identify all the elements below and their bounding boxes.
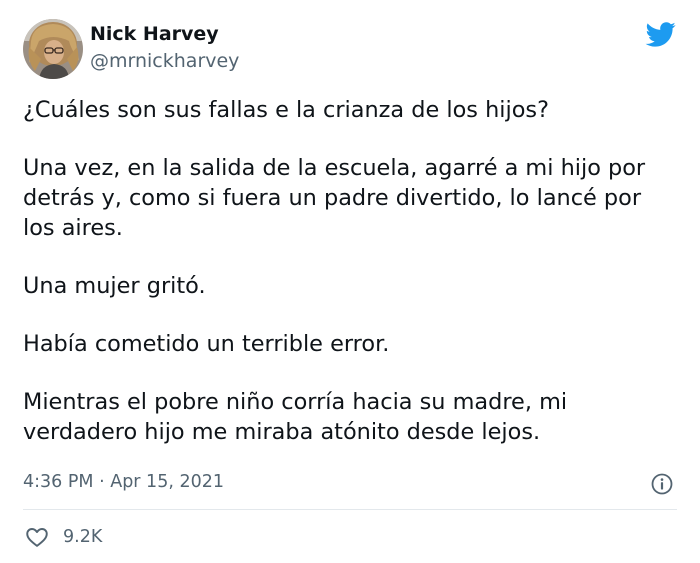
- author-handle[interactable]: @mrnickharvey: [90, 49, 239, 73]
- info-icon[interactable]: [650, 472, 674, 496]
- tweet-line: los aires.: [23, 215, 123, 241]
- profile-photo-icon: [23, 19, 83, 79]
- tweet-line: ¿Cuáles son sus fallas e la crianza de l…: [23, 97, 549, 123]
- avatar[interactable]: [23, 19, 83, 79]
- twitter-bird-icon[interactable]: [644, 19, 678, 49]
- timestamp-separator: ·: [93, 472, 111, 492]
- author-name[interactable]: Nick Harvey: [90, 22, 219, 46]
- tweet-timestamp: 4:36 PM · Apr 15, 2021: [23, 470, 224, 494]
- tweet-paragraph: ¿Cuáles son sus fallas e la crianza de l…: [23, 95, 683, 125]
- tweet-line: Mientras el pobre niño corría hacia su m…: [23, 389, 568, 415]
- tweet-paragraph: Una vez, en la salida de la escuela, aga…: [23, 153, 683, 243]
- like-count: 9.2K: [63, 527, 103, 547]
- tweet-line: detrás y, como si fuera un padre diverti…: [23, 185, 642, 211]
- tweet-paragraph: Había cometido un terrible error.: [23, 329, 683, 359]
- tweet-line: Una mujer gritó.: [23, 273, 206, 299]
- tweet-date[interactable]: Apr 15, 2021: [110, 472, 224, 492]
- tweet-paragraph: Mientras el pobre niño corría hacia su m…: [23, 387, 683, 447]
- like-button[interactable]: 9.2K: [24, 523, 102, 551]
- tweet-text: ¿Cuáles son sus fallas e la crianza de l…: [23, 95, 683, 475]
- tweet-line: Había cometido un terrible error.: [23, 331, 390, 357]
- tweet-line: verdadero hijo me miraba atónito desde l…: [23, 419, 541, 445]
- heart-icon: [26, 528, 48, 547]
- divider: [23, 509, 677, 510]
- tweet-time[interactable]: 4:36 PM: [23, 472, 94, 492]
- tweet-line: Una vez, en la salida de la escuela, aga…: [23, 155, 646, 181]
- tweet-paragraph: Una mujer gritó.: [23, 271, 683, 301]
- tweet-card: Nick Harvey @mrnickharvey ¿Cuáles son su…: [0, 0, 700, 563]
